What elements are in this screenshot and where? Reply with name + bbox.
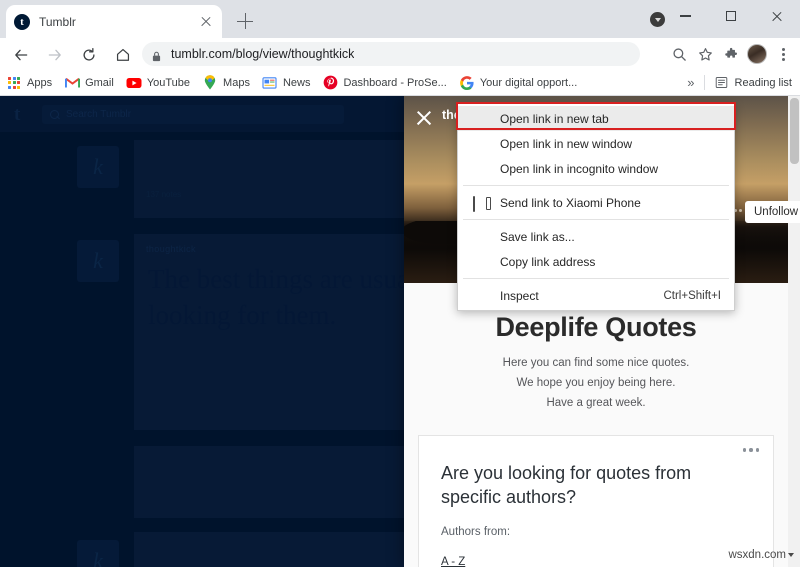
extensions-puzzle-icon[interactable] bbox=[718, 41, 744, 67]
tab-strip: t Tumblr bbox=[0, 0, 800, 38]
toolbar-actions bbox=[666, 41, 800, 67]
menu-item-label: Open link in new tab bbox=[500, 111, 609, 126]
unfollow-button[interactable]: Unfollow bbox=[745, 201, 800, 223]
forward-button[interactable] bbox=[40, 40, 68, 68]
back-button[interactable] bbox=[6, 40, 34, 68]
menu-item-copy-link-address[interactable]: Copy link address bbox=[458, 249, 734, 274]
bookmark-youtube[interactable]: YouTube bbox=[120, 72, 196, 94]
bookmark-maps[interactable]: Maps bbox=[196, 72, 256, 94]
bookmarks-overflow-button[interactable]: » bbox=[678, 75, 703, 90]
cast-device-icon bbox=[473, 196, 487, 212]
menu-item-send-link-to-device[interactable]: Send link to Xiaomi Phone bbox=[458, 190, 734, 215]
context-menu: Open link in new tab Open link in new wi… bbox=[457, 103, 735, 311]
blog-description: Here you can find some nice quotes. We h… bbox=[404, 343, 788, 413]
maximize-button[interactable] bbox=[708, 0, 754, 32]
browser-window: t Tumblr tumblr.com/blog/view/thoughtkic… bbox=[0, 0, 800, 567]
bookmark-news[interactable]: News bbox=[256, 72, 317, 94]
menu-item-label: Send link to Xiaomi Phone bbox=[500, 195, 641, 210]
blog-post-card[interactable]: Are you looking for quotes from specific… bbox=[418, 435, 774, 567]
blog-body: Deeplife Quotes Here you can find some n… bbox=[404, 283, 788, 567]
menu-item-open-link-new-tab[interactable]: Open link in new tab bbox=[458, 106, 734, 131]
url-text: tumblr.com/blog/view/thoughtkick bbox=[171, 47, 355, 61]
bookmark-gmail[interactable]: Gmail bbox=[58, 72, 120, 94]
minimize-button[interactable] bbox=[662, 0, 708, 32]
menu-item-label: Open link in incognito window bbox=[500, 161, 659, 176]
bookmarks-overflow: » Reading list bbox=[678, 75, 800, 91]
page-scrollbar[interactable] bbox=[788, 96, 800, 567]
bookmark-star-icon[interactable] bbox=[692, 41, 718, 67]
bookmark-apps[interactable]: Apps bbox=[0, 72, 58, 94]
menu-item-inspect[interactable]: Inspect Ctrl+Shift+I bbox=[458, 283, 734, 308]
google-g-icon bbox=[459, 75, 475, 91]
menu-item-open-link-new-window[interactable]: Open link in new window bbox=[458, 131, 734, 156]
menu-separator bbox=[463, 219, 729, 220]
reload-button[interactable] bbox=[74, 40, 102, 68]
gmail-icon bbox=[64, 75, 80, 91]
bookmarks-bar: Apps Gmail YouTube Maps News Dashboard -… bbox=[0, 70, 800, 96]
menu-item-save-link-as[interactable]: Save link as... bbox=[458, 224, 734, 249]
menu-item-shortcut: Ctrl+Shift+I bbox=[663, 289, 721, 302]
new-tab-button[interactable] bbox=[232, 8, 258, 34]
watermark: wsxdn.com bbox=[728, 549, 794, 561]
menu-item-label: Copy link address bbox=[500, 254, 596, 269]
description-line: Here you can find some nice quotes. bbox=[502, 357, 690, 369]
search-icon[interactable] bbox=[666, 41, 692, 67]
window-controls bbox=[662, 0, 800, 38]
tab-title: Tumblr bbox=[39, 14, 76, 29]
tumblr-favicon-icon: t bbox=[14, 13, 30, 30]
reading-list-icon bbox=[714, 75, 730, 91]
google-news-icon bbox=[262, 75, 278, 91]
reading-list-button[interactable]: Reading list bbox=[705, 75, 800, 91]
profile-avatar[interactable] bbox=[744, 41, 770, 67]
browser-toolbar: tumblr.com/blog/view/thoughtkick bbox=[0, 38, 800, 70]
pinterest-icon bbox=[322, 75, 338, 91]
description-line: We hope you enjoy being here. bbox=[516, 376, 676, 389]
menu-item-open-link-incognito[interactable]: Open link in incognito window bbox=[458, 156, 734, 181]
address-bar[interactable]: tumblr.com/blog/view/thoughtkick bbox=[142, 42, 640, 66]
bookmark-label: YouTube bbox=[146, 76, 191, 89]
bookmark-label: News bbox=[282, 76, 311, 89]
bookmark-label: Your digital opport... bbox=[479, 76, 578, 89]
description-line: Have a great week. bbox=[546, 396, 646, 409]
scrollbar-thumb[interactable] bbox=[790, 98, 799, 164]
apps-grid-icon bbox=[6, 75, 22, 91]
bookmark-label: Gmail bbox=[85, 76, 114, 89]
menu-separator bbox=[463, 278, 729, 279]
bookmark-label: Dashboard - ProSe... bbox=[343, 76, 447, 89]
post-more-icon[interactable] bbox=[742, 448, 759, 452]
menu-item-label: Inspect bbox=[500, 288, 539, 303]
menu-item-label: Open link in new window bbox=[500, 136, 633, 151]
menu-separator bbox=[463, 185, 729, 186]
tab-close-icon[interactable] bbox=[198, 14, 214, 30]
menu-item-label: Save link as... bbox=[500, 229, 575, 244]
author-range-link-az[interactable]: A - Z bbox=[441, 556, 751, 567]
bookmark-your-digital-opportunity[interactable]: Your digital opport... bbox=[453, 72, 583, 94]
browser-tab[interactable]: t Tumblr bbox=[6, 5, 222, 38]
lock-icon bbox=[152, 49, 161, 61]
home-button[interactable] bbox=[108, 40, 136, 68]
bookmark-dashboard-prose[interactable]: Dashboard - ProSe... bbox=[316, 72, 452, 94]
maps-pin-icon bbox=[202, 75, 218, 91]
close-icon[interactable] bbox=[414, 108, 434, 128]
bookmark-label: Apps bbox=[27, 76, 53, 89]
chrome-menu-icon[interactable] bbox=[770, 41, 796, 67]
blog-post-title: Are you looking for quotes from specific… bbox=[441, 463, 692, 507]
blog-post-subtitle: Authors from: bbox=[441, 526, 511, 539]
reading-list-label: Reading list bbox=[734, 76, 792, 89]
close-window-button[interactable] bbox=[754, 0, 800, 32]
bookmark-label: Maps bbox=[223, 76, 250, 89]
youtube-icon bbox=[126, 75, 142, 91]
